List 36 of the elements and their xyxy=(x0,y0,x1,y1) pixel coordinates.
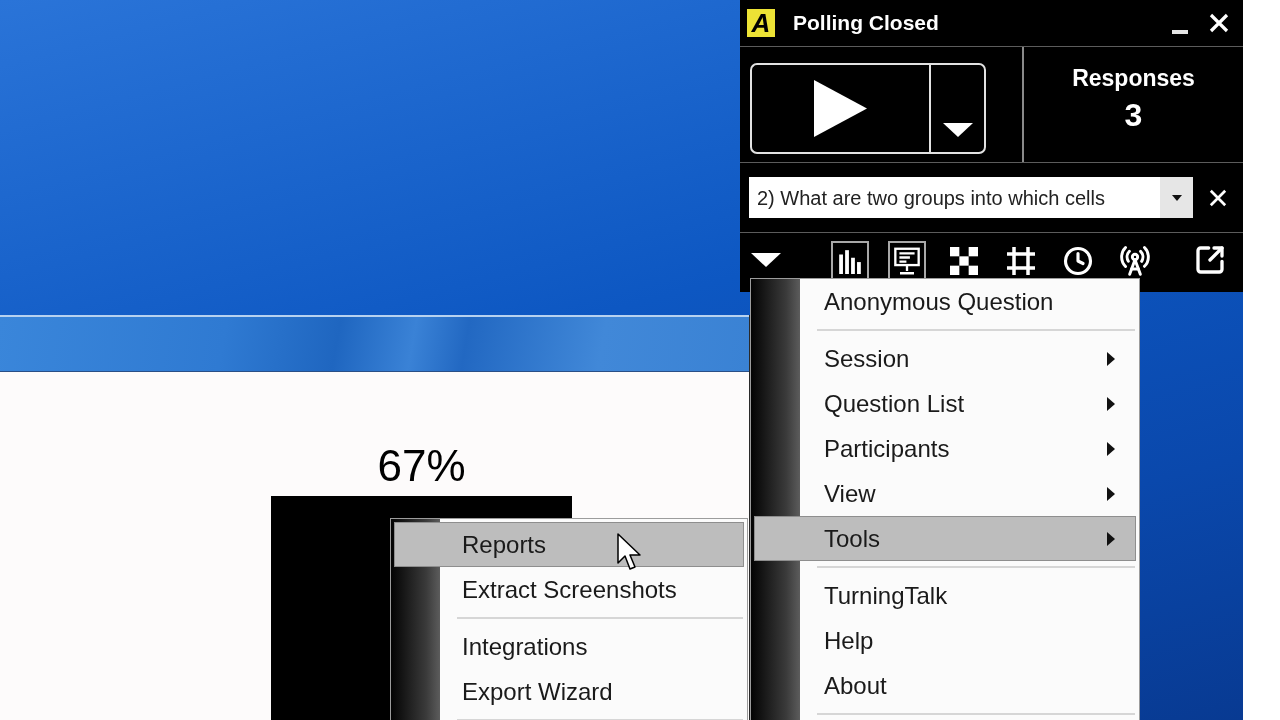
menu-item[interactable]: Export Wizard xyxy=(394,669,744,714)
caret-down-icon xyxy=(751,252,781,267)
question-select[interactable]: 2) What are two groups into which cells xyxy=(749,177,1193,218)
radio-tower-icon xyxy=(1119,244,1151,277)
caret-down-icon xyxy=(1171,194,1182,201)
menu-item[interactable]: Extract Screenshots xyxy=(394,567,744,612)
menu-item[interactable]: About xyxy=(754,663,1136,708)
menu-item[interactable]: Reports xyxy=(394,522,744,567)
minimize-icon xyxy=(1172,30,1188,34)
hash-icon xyxy=(1007,246,1035,275)
clock-icon xyxy=(1063,245,1093,276)
bar-chart-icon xyxy=(837,247,863,274)
menu-item[interactable]: Session xyxy=(754,336,1136,381)
close-icon xyxy=(1209,13,1229,33)
responses-label: Responses xyxy=(1072,64,1195,93)
panel-title: Polling Closed xyxy=(793,10,939,37)
menu-item[interactable]: Help xyxy=(754,618,1136,663)
bar-value-label: 67% xyxy=(377,444,466,488)
menu-item[interactable]: TurningTalk xyxy=(754,573,1136,618)
menu-item[interactable]: Question List xyxy=(754,381,1136,426)
responses-count: 3 xyxy=(1124,96,1143,135)
play-button[interactable] xyxy=(750,63,929,154)
cursor-icon xyxy=(617,533,641,571)
close-icon xyxy=(1209,188,1227,207)
monitor-icon xyxy=(893,246,921,275)
caret-down-icon xyxy=(942,123,973,137)
play-options-button[interactable] xyxy=(929,63,986,154)
menu-item[interactable]: Integrations xyxy=(394,624,744,669)
menu-item[interactable]: Anonymous Question xyxy=(754,279,1136,324)
menu-item[interactable]: Participants xyxy=(754,426,1136,471)
checkerboard-icon xyxy=(950,246,978,275)
menu-item[interactable]: Tools xyxy=(754,516,1136,561)
play-icon xyxy=(814,80,867,137)
menu-item[interactable]: View xyxy=(754,471,1136,516)
app-logo: A xyxy=(747,9,775,37)
external-link-icon xyxy=(1194,243,1226,276)
